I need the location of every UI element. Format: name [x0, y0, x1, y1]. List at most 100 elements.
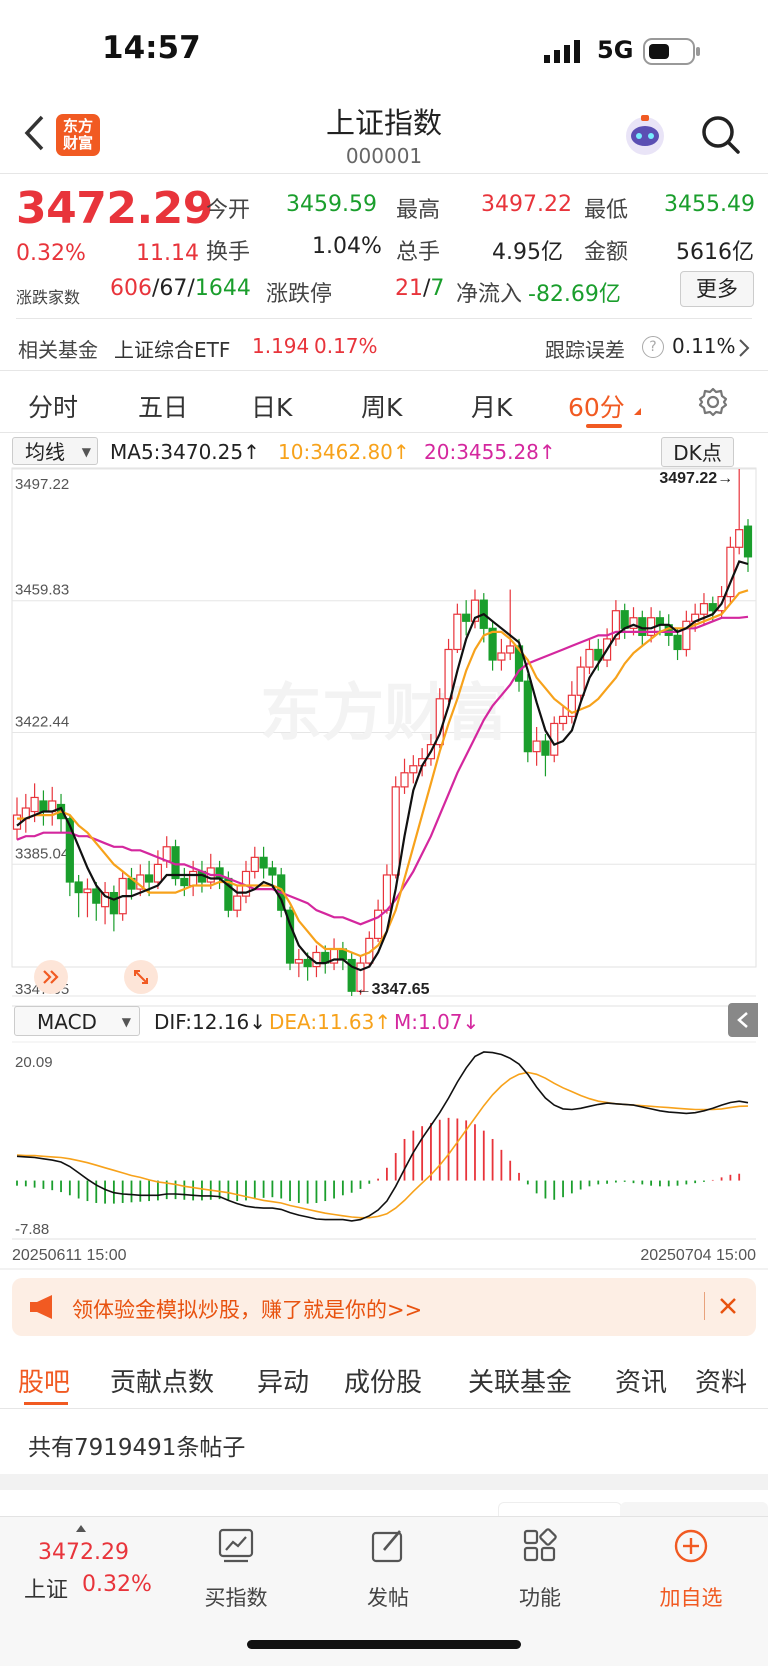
search-icon[interactable] [700, 114, 742, 160]
turnover-label: 换手 [206, 240, 251, 265]
candle-body [673, 634, 682, 651]
tab-weekly-k[interactable]: 周K [361, 388, 402, 424]
candle-body [453, 613, 462, 651]
help-icon[interactable]: ? [642, 336, 664, 358]
battery-icon [643, 38, 701, 70]
filter-chip-2[interactable] [620, 1502, 768, 1516]
subtab-active-indicator [24, 1402, 68, 1405]
fullscreen-icon[interactable] [124, 960, 158, 994]
subtab-news[interactable]: 资讯 [615, 1362, 667, 1399]
subtab-related-funds[interactable]: 关联基金 [468, 1362, 572, 1399]
post-button[interactable]: 发帖 [328, 1582, 448, 1612]
candle-body [109, 891, 118, 915]
candle-body [523, 680, 532, 753]
candle-body [699, 603, 709, 615]
netflow-label: 净流入 [456, 282, 523, 307]
candle-body [92, 888, 101, 904]
candle-body [735, 529, 744, 548]
price-tick-label: 3385.04 [15, 845, 69, 862]
dif-line [16, 1051, 749, 1222]
low-value: 3455.49 [664, 192, 755, 217]
candle-body [576, 666, 585, 696]
m-legend: M:1.07↓ [394, 1010, 480, 1034]
price-tick-label: 3497.22 [15, 476, 69, 493]
candle-body [180, 877, 189, 887]
x-end-label: 20250704 15:00 [640, 1247, 756, 1264]
settings-gear-icon[interactable] [697, 386, 729, 422]
close-icon[interactable] [718, 1296, 738, 1320]
collapse-panel-button[interactable] [728, 1003, 758, 1037]
candle-body [558, 715, 568, 725]
market-breadth: 606/67/1644 [110, 276, 251, 301]
min-price-label: ←3347.65 [356, 981, 430, 998]
macd-tick-label: -7.88 [15, 1221, 49, 1238]
netflow-value: -82.69亿 [528, 282, 621, 307]
fund-name[interactable]: 上证综合ETF [114, 334, 230, 363]
candle-body [145, 874, 154, 883]
tracking-error-label: 跟踪误差 [545, 338, 625, 362]
turnover-value: 1.04% [312, 234, 382, 259]
network-type: 5G [597, 36, 634, 64]
tab-intraday[interactable]: 分时 [28, 388, 78, 424]
high-label: 最高 [396, 198, 441, 223]
candle-body [497, 652, 506, 661]
low-label: 最低 [584, 198, 629, 223]
macd-selector[interactable]: MACD ▼ [14, 1006, 140, 1036]
macd-tick-label: 20.09 [15, 1054, 53, 1071]
fund-label: 相关基金 [18, 338, 98, 362]
assistant-robot-icon[interactable] [622, 112, 668, 162]
candle-body [250, 856, 259, 873]
function-button[interactable]: 功能 [480, 1582, 600, 1612]
expand-forward-icon[interactable] [34, 960, 68, 994]
fund-change: 0.17% [314, 334, 378, 358]
fund-price: 1.194 [252, 334, 310, 358]
subtab-movement[interactable]: 异动 [257, 1362, 309, 1399]
tab-daily-k[interactable]: 日K [251, 388, 292, 424]
price-tick-label: 3422.44 [15, 713, 69, 730]
add-watchlist-icon[interactable] [673, 1528, 709, 1568]
filter-chip[interactable] [498, 1502, 622, 1517]
candle-body [444, 648, 453, 700]
buy-index-button[interactable]: 买指数 [176, 1582, 296, 1612]
open-value: 3459.59 [286, 192, 377, 217]
megaphone-icon [28, 1294, 58, 1324]
candle-body [39, 800, 48, 813]
dea-line [16, 1071, 749, 1219]
tab-active-indicator [586, 424, 622, 428]
candle-body [312, 951, 321, 968]
tab-monthly-k[interactable]: 月K [471, 388, 512, 424]
tab-five-day[interactable]: 五日 [138, 388, 188, 424]
promo-text[interactable]: 领体验金模拟炒股，赚了就是你的>> [72, 1294, 422, 1324]
more-button[interactable]: 更多 [680, 271, 754, 307]
home-indicator [247, 1640, 521, 1649]
candle-body [294, 958, 303, 964]
high-value: 3497.22 [481, 192, 572, 217]
add-watchlist-button[interactable]: 加自选 [631, 1582, 751, 1612]
subtab-contribution[interactable]: 贡献点数 [110, 1362, 214, 1399]
candle-body [585, 648, 594, 668]
amount-value: 5616亿 [676, 240, 754, 265]
change-percent: 0.32% [16, 241, 86, 266]
candle-body [259, 856, 268, 869]
limit-label: 涨跌停 [266, 282, 333, 307]
limit-value: 21/7 [395, 276, 445, 301]
candle-body [74, 881, 83, 894]
candle-body [409, 765, 418, 774]
section-gap [0, 1474, 768, 1490]
subtab-profile[interactable]: 资料 [695, 1362, 747, 1399]
candle-body [268, 867, 277, 876]
candle-body [532, 740, 541, 753]
function-grid-icon[interactable] [522, 1528, 558, 1568]
watermark-text: 东方财富 [260, 676, 508, 749]
candle-body [153, 863, 163, 883]
bottom-price: 3472.29 [38, 1540, 129, 1565]
chart-trend-icon[interactable] [218, 1528, 254, 1568]
chevron-right-icon[interactable] [738, 338, 750, 362]
subtab-constituents[interactable]: 成份股 [344, 1362, 422, 1399]
x-start-label: 20250611 15:00 [12, 1247, 127, 1264]
subtab-guba[interactable]: 股吧 [18, 1362, 70, 1399]
kline-chart[interactable]: 3497.223459.833422.443385.043347.65东方财富3… [0, 434, 768, 1274]
candle-body [30, 796, 39, 813]
tab-60min[interactable]: 60分 [568, 388, 625, 424]
edit-post-icon[interactable] [370, 1528, 406, 1568]
